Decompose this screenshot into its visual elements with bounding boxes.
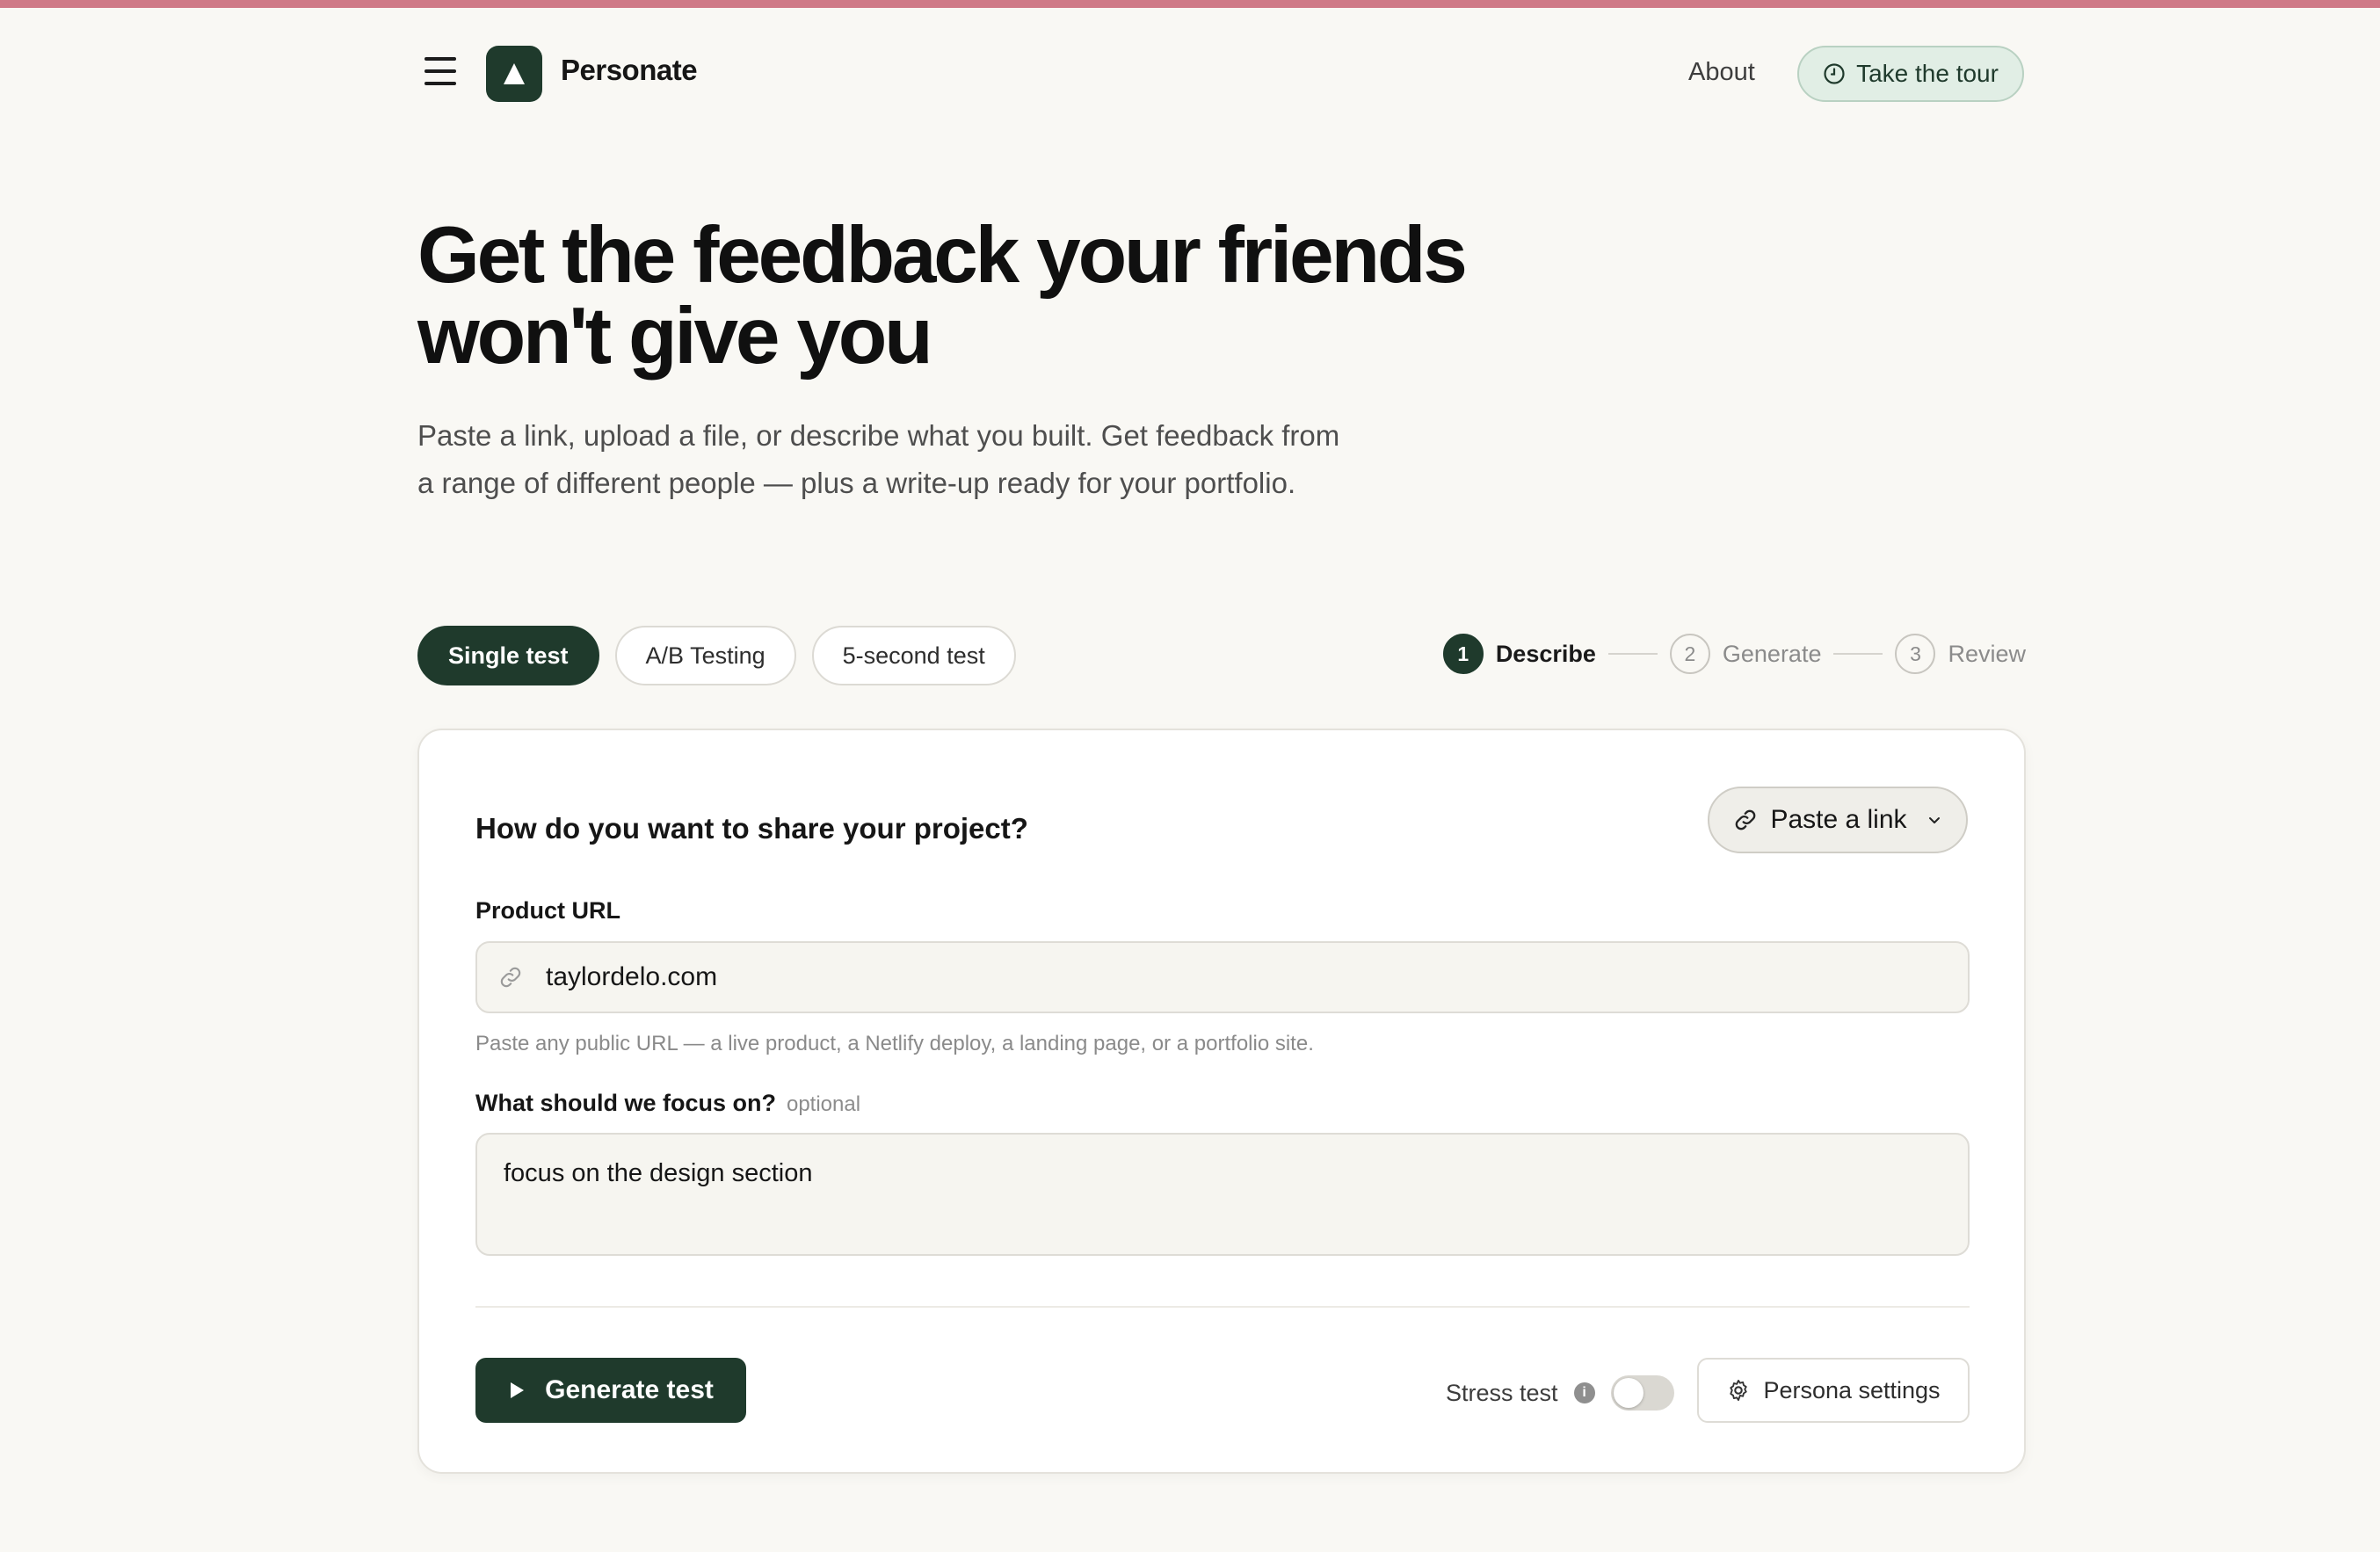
gear-icon bbox=[1730, 1379, 1748, 1402]
step-generate: 2 Generate bbox=[1669, 634, 1822, 674]
stress-test-control: Stress test i bbox=[1446, 1375, 1674, 1411]
product-url-field[interactable] bbox=[475, 941, 1970, 1013]
step-connector bbox=[1607, 653, 1658, 655]
tab-single-test[interactable]: Single test bbox=[417, 626, 599, 685]
product-url-label: Product URL bbox=[475, 897, 620, 924]
page-title: Get the feedback your friends won't give… bbox=[417, 215, 1648, 377]
optional-tag: optional bbox=[786, 1092, 861, 1116]
about-link[interactable]: About bbox=[1688, 58, 1755, 87]
title-line-2: won't give you bbox=[417, 292, 933, 381]
tab-5-second-test[interactable]: 5-second test bbox=[811, 626, 1016, 685]
stress-test-label: Stress test bbox=[1446, 1379, 1558, 1406]
tab-ab-testing[interactable]: A/B Testing bbox=[614, 626, 796, 685]
step-connector bbox=[1833, 653, 1883, 655]
generate-test-button[interactable]: Generate test bbox=[475, 1358, 746, 1423]
step-number: 1 bbox=[1442, 634, 1484, 674]
test-type-tabs: Single test A/B Testing 5-second test bbox=[417, 626, 1016, 685]
step-review: 3 Review bbox=[1895, 634, 2026, 674]
card-divider bbox=[475, 1306, 1970, 1308]
persona-settings-label: Persona settings bbox=[1763, 1376, 1941, 1403]
focus-label-text: What should we focus on? bbox=[475, 1090, 776, 1116]
step-number: 3 bbox=[1895, 634, 1936, 674]
menu-icon[interactable] bbox=[423, 54, 460, 89]
chevron-down-icon bbox=[1928, 817, 1940, 823]
share-mode-dropdown[interactable]: Paste a link bbox=[1708, 787, 1968, 853]
triangle-logo-icon[interactable] bbox=[486, 46, 542, 102]
title-line-1: Get the feedback your friends bbox=[417, 211, 1468, 300]
step-label: Review bbox=[1948, 640, 2026, 667]
progress-stepper: 1 Describe 2 Generate 3 Review bbox=[1442, 634, 2026, 674]
share-question: How do you want to share your project? bbox=[475, 812, 1028, 845]
step-describe: 1 Describe bbox=[1442, 634, 1596, 674]
toggle-knob bbox=[1613, 1378, 1644, 1408]
link-icon bbox=[500, 967, 521, 988]
step-number: 2 bbox=[1669, 634, 1710, 674]
step-label: Describe bbox=[1495, 640, 1596, 667]
url-hint: Paste any public URL — a live product, a… bbox=[475, 1032, 1314, 1055]
tour-label: Take the tour bbox=[1856, 60, 1999, 87]
focus-label: What should we focus on? optional bbox=[475, 1090, 860, 1117]
page: Personate About Take the tour Get the fe… bbox=[417, 8, 2026, 1474]
link-icon bbox=[1736, 809, 1756, 830]
info-icon[interactable]: i bbox=[1573, 1382, 1595, 1403]
product-url-input[interactable] bbox=[546, 962, 1917, 992]
brand-name[interactable]: Personate bbox=[561, 54, 698, 87]
clock-icon bbox=[1824, 63, 1845, 84]
page-subtitle: Paste a link, upload a file, or describe… bbox=[417, 419, 1340, 499]
play-icon bbox=[511, 1382, 525, 1398]
header: Personate About Take the tour bbox=[417, 8, 2026, 140]
focus-textarea[interactable]: focus on the design section bbox=[475, 1133, 1970, 1256]
project-card: How do you want to share your project? P… bbox=[417, 729, 2026, 1474]
step-label: Generate bbox=[1722, 640, 1822, 667]
persona-settings-button[interactable]: Persona settings bbox=[1697, 1358, 1970, 1423]
top-accent-bar bbox=[0, 0, 2380, 8]
take-the-tour-button[interactable]: Take the tour bbox=[1797, 46, 2024, 102]
share-mode-label: Paste a link bbox=[1770, 805, 1907, 834]
generate-label: Generate test bbox=[545, 1375, 714, 1404]
stress-test-toggle[interactable] bbox=[1610, 1375, 1674, 1411]
